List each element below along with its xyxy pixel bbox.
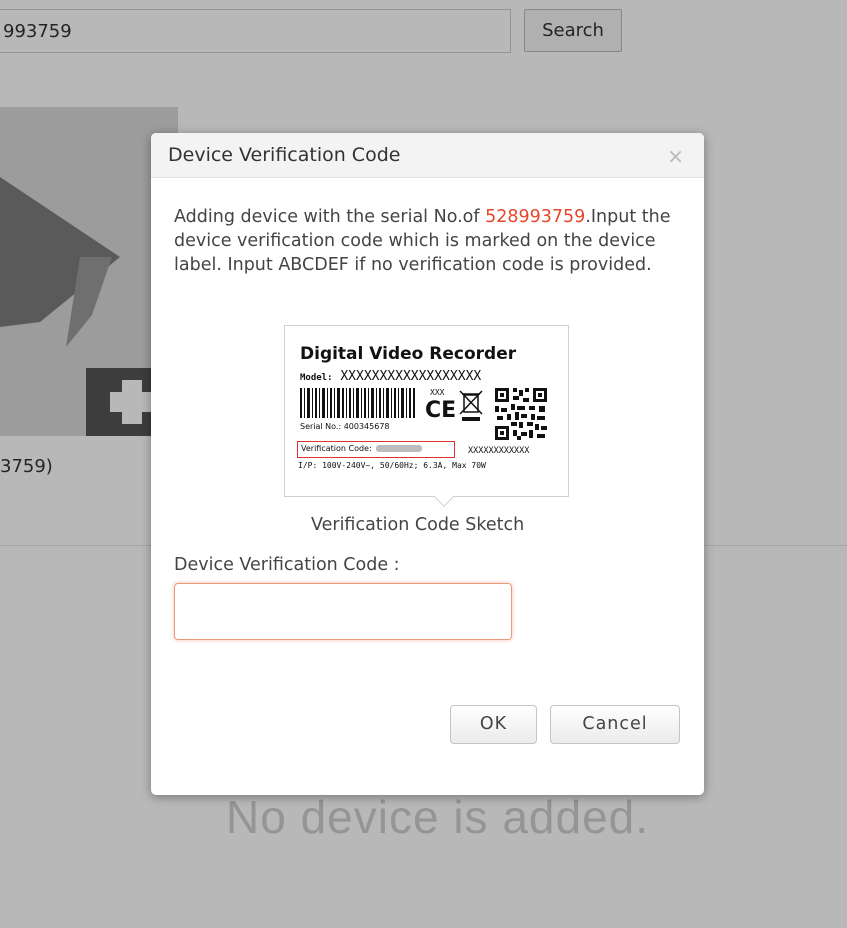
dialog-title: Device Verification Code xyxy=(168,144,401,166)
sketch-verification-code-box: Verification Code: xyxy=(297,441,455,458)
sketch-serial-text: Serial No.: 400345678 xyxy=(300,422,390,431)
ce-mark-text: CE xyxy=(425,398,457,423)
sketch-caption: Verification Code Sketch xyxy=(311,515,525,535)
sketch-xxx-text: XXX xyxy=(430,388,445,397)
sketch-device-title: Digital Video Recorder xyxy=(300,344,517,364)
dialog-message: Adding device with the serial No.of 5289… xyxy=(174,205,694,277)
barcode-icon xyxy=(300,388,415,418)
serial-number: 528993759 xyxy=(485,207,586,227)
verification-code-input[interactable] xyxy=(174,583,512,640)
qr-code-icon xyxy=(495,388,547,440)
message-prefix: Adding device with the serial No.of xyxy=(174,207,486,227)
sketch-power-text: I/P: 100V-240V~, 50/60Hz; 6.3A, Max 70W xyxy=(298,461,486,470)
verification-code-sketch: Digital Video Recorder Model: XXXXXXXXXX… xyxy=(284,325,569,507)
cancel-button[interactable]: Cancel xyxy=(550,705,680,744)
ok-button[interactable]: OK xyxy=(450,705,537,744)
sketch-model-value: XXXXXXXXXXXXXXXXXX xyxy=(340,369,482,384)
sketch-verification-label: Verification Code: xyxy=(301,444,372,453)
close-icon[interactable]: × xyxy=(667,146,684,166)
blurred-code-placeholder xyxy=(375,445,422,452)
dialog-header: Device Verification Code × xyxy=(151,133,704,178)
weee-bin-icon xyxy=(459,390,483,421)
sketch-x-code: XXXXXXXXXXXX xyxy=(468,446,530,456)
sketch-model: Model: XXXXXXXXXXXXXXXXXX xyxy=(300,369,481,384)
verification-code-dialog: Device Verification Code × Adding device… xyxy=(151,133,704,795)
sketch-model-key: Model: xyxy=(300,373,333,383)
verification-code-label: Device Verification Code : xyxy=(174,555,400,575)
sketch-pointer xyxy=(434,487,454,507)
